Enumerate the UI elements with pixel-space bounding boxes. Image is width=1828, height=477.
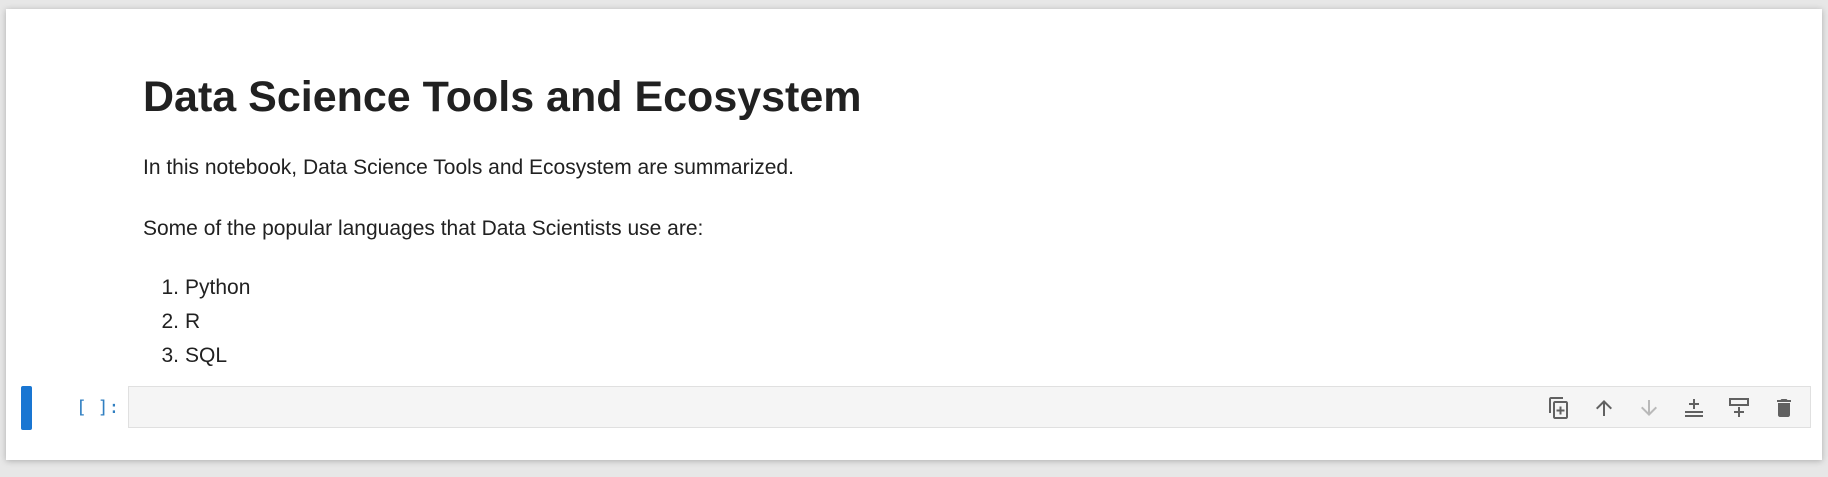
move-down-button[interactable]: [1635, 394, 1663, 422]
move-up-icon: [1596, 400, 1612, 416]
list-item-label: R: [185, 310, 201, 333]
insert-cell-above-button[interactable]: [1725, 394, 1753, 422]
duplicate-cell-button[interactable]: [1545, 394, 1573, 422]
duplicate-icon: [1549, 397, 1568, 419]
list-item: 3. SQL: [143, 339, 250, 373]
delete-icon: [1777, 399, 1791, 417]
languages-intro: Some of the popular languages that Data …: [143, 217, 704, 240]
languages-list: 1. Python 2. R 3. SQL: [143, 271, 250, 373]
insert-above-icon: [1729, 398, 1749, 417]
list-item: 1. Python: [143, 271, 250, 305]
list-item: 2. R: [143, 305, 250, 339]
list-item-number: 2.: [161, 310, 179, 333]
input-prompt: [ ]:: [76, 397, 120, 418]
list-item-label: SQL: [185, 344, 228, 367]
list-item-number: 1.: [161, 276, 179, 299]
list-item-label: Python: [185, 276, 251, 299]
notebook-title: Data Science Tools and Ecosystem: [143, 73, 862, 121]
active-cell-indicator[interactable]: [21, 386, 32, 430]
cell-toolbar: [1545, 387, 1798, 429]
move-down-icon: [1641, 400, 1657, 416]
code-editor[interactable]: [128, 386, 1811, 428]
intro-paragraph: In this notebook, Data Science Tools and…: [143, 156, 794, 179]
insert-cell-below-button[interactable]: [1680, 394, 1708, 422]
code-cell[interactable]: [ ]:: [6, 386, 1822, 431]
insert-below-icon: [1685, 399, 1703, 417]
delete-cell-button[interactable]: [1770, 394, 1798, 422]
list-item-number: 3.: [161, 344, 179, 367]
move-up-button[interactable]: [1590, 394, 1618, 422]
notebook-panel: Data Science Tools and Ecosystem In this…: [6, 9, 1822, 460]
